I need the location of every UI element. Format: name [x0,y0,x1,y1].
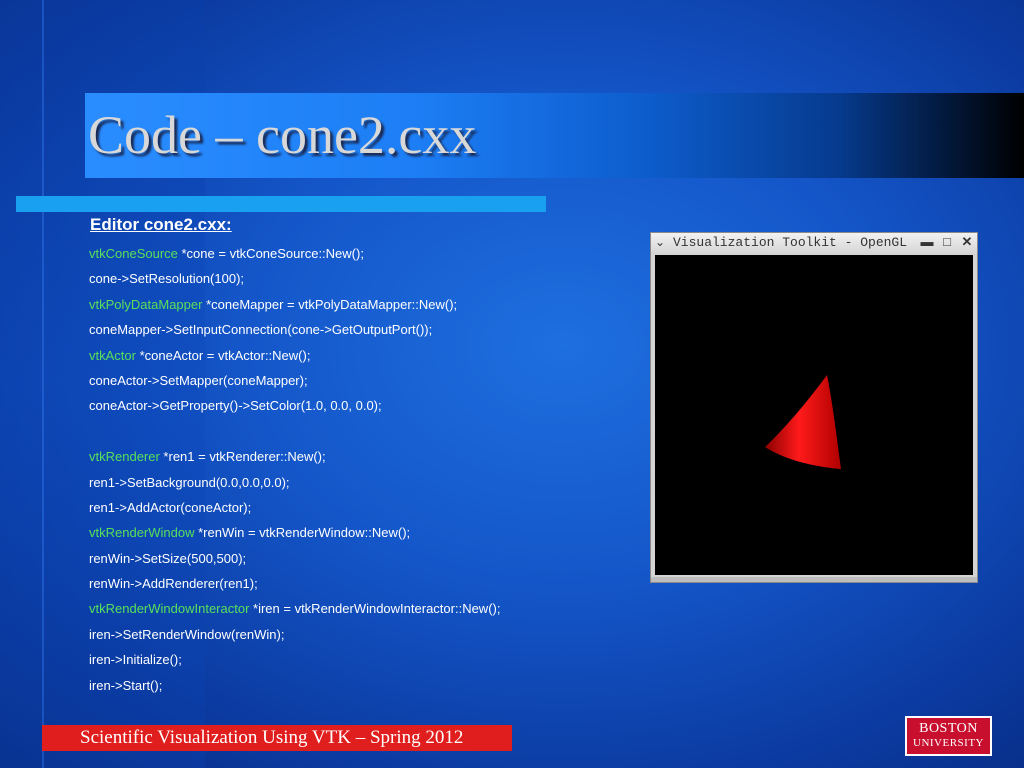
footer-text: Scientific Visualization Using VTK – Spr… [80,727,464,748]
code-type-keyword: vtkActor [89,347,136,363]
code-text: coneActor->GetProperty()->SetColor(1.0, … [89,398,382,414]
code-type-keyword: vtkRenderWindow [89,525,195,541]
slide-title: Code – cone2.cxx [88,105,477,165]
code-type-keyword: vtkPolyDataMapper [89,296,203,312]
code-text: *iren = vtkRenderWindowInteractor::New()… [249,601,501,617]
code-text: *coneMapper = vtkPolyDataMapper::New(); [202,296,458,312]
code-line: iren->Initialize(); [89,647,500,672]
close-icon[interactable]: ✕ [959,234,975,250]
code-text: ren1->SetBackground(0.0,0.0,0.0); [89,474,290,490]
code-text: renWin->SetSize(500,500); [89,550,247,566]
code-text: iren->Start(); [89,677,163,693]
code-line: vtkRenderer *ren1 = vtkRenderer::New(); [89,444,500,469]
divider-bar [16,196,546,212]
window-titlebar[interactable]: ⌄ Visualization Toolkit - OpenGL ▬ □ ✕ [651,233,977,253]
code-line: iren->SetRenderWindow(renWin); [89,622,500,647]
code-line: coneActor->GetProperty()->SetColor(1.0, … [89,393,500,418]
window-bottom-border [651,577,977,582]
code-text: coneActor->SetMapper(coneMapper); [89,372,308,388]
code-line: vtkConeSource *cone = vtkConeSource::New… [89,241,500,266]
code-line: ren1->AddActor(coneActor); [89,495,500,520]
code-line: vtkRenderWindow *renWin = vtkRenderWindo… [89,520,500,545]
red-cone [765,375,841,469]
minimize-icon[interactable]: ▬ [919,234,935,250]
code-text: *cone = vtkConeSource::New(); [177,246,364,261]
code-line: vtkActor *coneActor = vtkActor::New(); [89,343,500,368]
code-type-keyword: vtkConeSource [89,246,178,261]
code-line: ren1->SetBackground(0.0,0.0,0.0); [89,470,500,495]
editor-heading: Editor cone2.cxx: [90,215,232,234]
code-text: coneMapper->SetInputConnection(cone->Get… [89,322,433,338]
code-type-keyword: vtkRenderWindowInteractor [89,601,250,617]
code-line: vtkPolyDataMapper *coneMapper = vtkPolyD… [89,292,500,317]
cone-render [765,375,841,469]
code-line: renWin->AddRenderer(ren1); [89,571,500,596]
code-text: cone->SetResolution(100); [89,271,245,287]
code-text: iren->Initialize(); [89,652,182,668]
code-type-keyword: vtkRenderer [89,449,160,465]
code-text: renWin->AddRenderer(ren1); [89,576,258,592]
code-line: renWin->SetSize(500,500); [89,546,500,571]
code-text: *coneActor = vtkActor::New(); [135,347,311,363]
code-listing: vtkConeSource *cone = vtkConeSource::New… [89,241,500,698]
logo-line2: UNIVERSITY [913,737,984,749]
code-text: iren->SetRenderWindow(renWin); [89,626,285,642]
code-text: ren1->AddActor(coneActor); [89,499,252,515]
maximize-icon[interactable]: □ [939,234,955,250]
chevron-down-icon[interactable]: ⌄ [655,235,665,249]
background-line [42,0,44,768]
code-text: *renWin = vtkRenderWindow::New(); [194,525,411,541]
window-title: Visualization Toolkit - OpenGL [673,235,908,250]
boston-university-logo: BOSTON UNIVERSITY [905,716,992,756]
code-line: coneActor->SetMapper(coneMapper); [89,368,500,393]
logo-line1: BOSTON [919,721,978,736]
render-viewport[interactable] [655,255,973,575]
code-line: cone->SetResolution(100); [89,266,500,291]
vtk-render-window: ⌄ Visualization Toolkit - OpenGL ▬ □ ✕ [650,232,978,583]
code-text: *ren1 = vtkRenderer::New(); [159,449,326,465]
code-line: coneMapper->SetInputConnection(cone->Get… [89,317,500,342]
code-line: iren->Start(); [89,673,500,698]
code-line: vtkRenderWindowInteractor *iren = vtkRen… [89,596,500,621]
